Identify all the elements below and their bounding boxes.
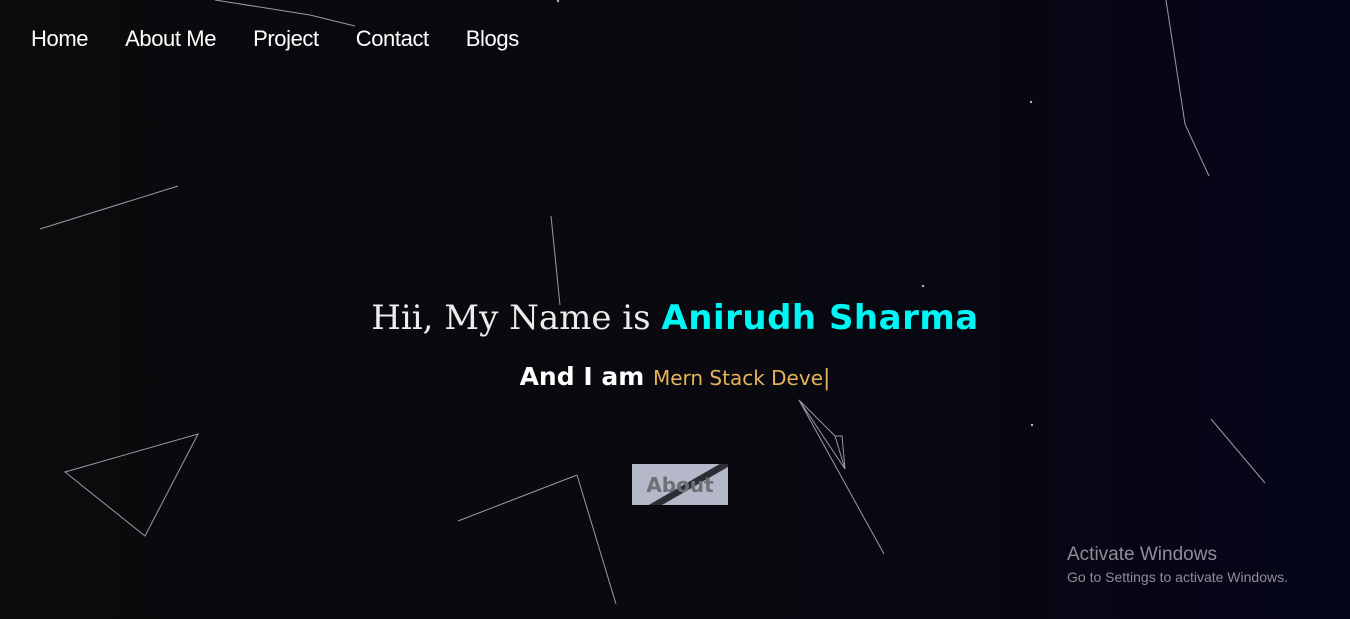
particle-dot <box>556 0 560 3</box>
particle-link <box>576 474 617 605</box>
nav-link-project[interactable]: Project <box>253 26 319 52</box>
typed-role: Mern Stack Deve <box>652 366 823 390</box>
activate-windows-watermark: Activate Windows Go to Settings to activ… <box>1067 544 1288 588</box>
particle-link <box>309 14 356 27</box>
hero-subline: And I am Mern Stack Deve| <box>0 362 1350 391</box>
particle-link <box>1165 0 1186 125</box>
hero-greeting: Hii, My Name is Anirudh Sharma <box>0 294 1350 342</box>
watermark-title: Activate Windows <box>1067 544 1217 565</box>
role-prefix: And I am <box>519 362 653 391</box>
nav-link-blogs[interactable]: Blogs <box>466 26 519 52</box>
particle-link <box>457 474 578 522</box>
nav-link-home[interactable]: Home <box>31 26 88 52</box>
hero-name: Anirudh Sharma <box>661 298 979 338</box>
particle-dot <box>1030 423 1034 427</box>
particle-triangle <box>834 435 846 470</box>
hero-section: Hii, My Name is Anirudh Sharma And I am … <box>0 294 1350 391</box>
particle-dot <box>1029 100 1033 104</box>
particle-link <box>1210 418 1266 484</box>
particle-triangle <box>63 433 199 537</box>
particle-dot <box>921 284 925 288</box>
particle-link <box>1184 123 1210 177</box>
particle-link <box>550 215 561 306</box>
greeting-prefix: Hii, My Name is <box>371 298 662 338</box>
particle-link <box>39 185 179 230</box>
main-nav: Home About Me Project Contact Blogs <box>31 26 556 52</box>
nav-link-contact[interactable]: Contact <box>356 26 429 52</box>
particle-link <box>798 399 836 437</box>
watermark-subtitle: Go to Settings to activate Windows. <box>1067 569 1288 585</box>
nav-link-about-me[interactable]: About Me <box>125 26 216 52</box>
typing-cursor: | <box>823 366 831 391</box>
about-button[interactable]: About <box>632 464 728 505</box>
particle-link <box>214 0 311 16</box>
particle-link <box>798 399 885 555</box>
particle-link <box>798 399 846 470</box>
